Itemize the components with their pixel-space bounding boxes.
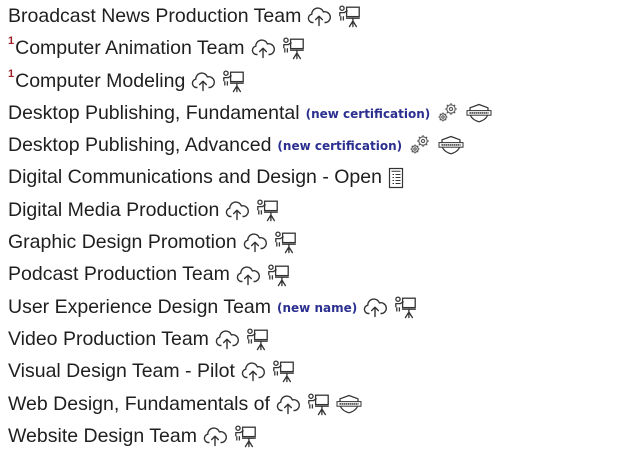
cloud-upload-icon [241,360,265,382]
cloud-upload-icon [363,296,388,318]
list-item: Website Design Team [8,420,620,452]
presentation-icon [273,230,297,254]
cloud-upload-icon [203,425,227,447]
event-name: Digital Communications and Design - Open [8,166,382,189]
cloud-upload-icon [191,70,216,92]
list-item: Desktop Publishing, Advanced (new certifi… [8,129,620,161]
list-item: Graphic Design Promotion [8,226,620,258]
footnote-marker: 1 [8,35,15,48]
footnote-marker: 1 [8,67,15,80]
list-item: User Experience Design Team (new name) [8,291,620,323]
list-item: Visual Design Team - Pilot [8,355,620,387]
cloud-upload-icon [225,199,250,221]
list-item: Podcast Production Team [8,258,620,290]
event-name: Website Design Team [8,424,197,447]
presentation-icon [255,198,279,222]
event-name: Broadcast News Production Team [8,5,302,27]
presentation-icon [233,424,257,448]
event-name: Graphic Design Promotion [8,231,237,254]
presentation-icon [393,295,417,319]
presentation-icon [281,36,305,60]
cloud-upload-icon [215,328,239,350]
event-name: Digital Media Production [8,198,220,221]
event-name: Desktop Publishing, Advanced [8,134,272,157]
presentation-icon [266,263,290,287]
test-icon [388,167,404,189]
list-item: Desktop Publishing, Fundamental (new cert… [8,97,620,129]
list-item: 1 Computer Modeling [8,65,620,97]
list-item: Web Design, Fundamentals of [8,388,620,420]
event-name: Podcast Production Team [8,263,230,286]
event-list: Broadcast News Production Team 1 Computer … [8,0,620,452]
list-item: Digital Media Production [8,194,620,226]
presentation-icon [306,392,330,416]
cloud-upload-icon [243,231,267,253]
gears-icon [408,133,432,157]
event-name: User Experience Design Team [8,295,272,318]
event-name: Video Production Team [8,327,209,350]
list-item: 1 Computer Animation Team [8,32,620,64]
list-item: Digital Communications and Design - Open [8,161,620,193]
presentation-icon [221,69,245,93]
presentation-icon [337,4,361,28]
cloud-upload-icon [307,5,332,27]
event-note: (new certification) [277,139,403,154]
gears-icon [436,101,460,125]
event-name: Computer Animation Team [15,37,245,60]
certified-icon [466,103,492,123]
cloud-upload-icon [276,393,300,415]
event-name: Desktop Publishing, Fundamental [8,101,300,124]
event-name: Visual Design Team - Pilot [8,360,235,383]
certified-icon [336,394,362,414]
event-note: (new name) [277,300,358,315]
list-item: Video Production Team [8,323,620,355]
event-note: (new certification) [305,106,431,121]
presentation-icon [245,327,269,351]
presentation-icon [271,359,295,383]
list-item: Broadcast News Production Team [8,0,620,32]
certified-icon [438,135,464,155]
cloud-upload-icon [236,264,260,286]
cloud-upload-icon [251,37,275,59]
event-name: Computer Modeling [15,69,186,92]
event-name: Web Design, Fundamentals of [8,392,270,415]
